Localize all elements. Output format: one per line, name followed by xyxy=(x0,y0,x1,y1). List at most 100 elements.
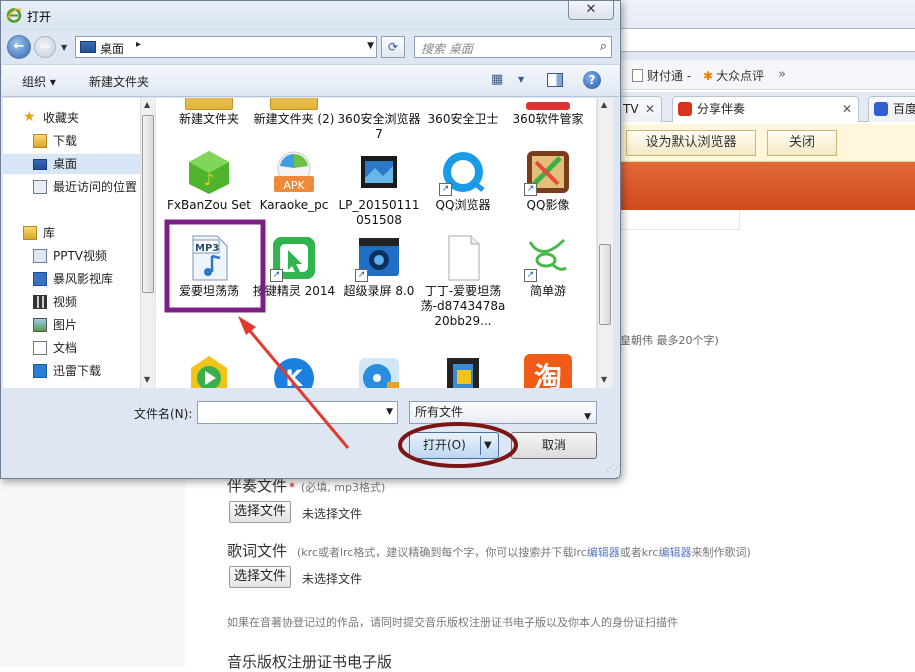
form-field-top[interactable] xyxy=(620,210,740,230)
search-input[interactable]: 搜索 桌面 ⌕ xyxy=(414,36,612,58)
file-item[interactable]: ♪ FxBanZou Setup xyxy=(166,148,252,217)
favorite-dianping[interactable]: ✱ 大众点评 xyxy=(703,67,764,84)
accompaniment-hint: (必填, mp3格式) xyxy=(301,481,386,494)
nav-item-xunlei[interactable]: 迅雷下载 xyxy=(3,361,140,381)
resize-grip-icon[interactable]: ⋰⋰ xyxy=(606,463,621,472)
tab-baidu[interactable]: 百度 xyxy=(868,96,915,122)
nav-item-pictures[interactable]: 图片 xyxy=(3,315,140,335)
address-bar[interactable]: 桌面 ▸ ▼ xyxy=(75,36,377,58)
file-item[interactable]: K xyxy=(251,354,337,388)
copyright-cert-label: 音乐版权注册证书电子版 xyxy=(227,653,393,671)
video-file-icon xyxy=(355,148,403,196)
file-list: 新建文件夹 新建文件夹 (2) 360安全浏览器7 360安全卫士 360软件管… xyxy=(156,98,596,388)
scroll-up-icon[interactable]: ▲ xyxy=(144,100,150,109)
xunlei-icon xyxy=(33,364,47,378)
nav-item-baofeng[interactable]: 暴风影视库 xyxy=(3,269,140,289)
qq-browser-icon: ↗ xyxy=(439,148,487,196)
address-dropdown-icon[interactable]: ▼ xyxy=(367,41,374,51)
filename-input[interactable]: ▼ xyxy=(197,401,398,424)
navigation-scroll-thumb[interactable] xyxy=(142,115,154,293)
file-item[interactable]: 淘 xyxy=(505,354,591,388)
navigation-scrollbar[interactable]: ▲ ▼ xyxy=(140,98,155,388)
favorites-more[interactable]: » xyxy=(778,67,786,82)
browser-address-bar[interactable] xyxy=(620,28,915,52)
lrc-editor-link[interactable]: 编辑器 xyxy=(587,546,620,559)
scroll-down-icon[interactable]: ▼ xyxy=(601,375,607,384)
help-icon[interactable]: ? xyxy=(583,71,601,89)
file-item-selected-mp3[interactable]: MP3 爱要坦荡荡 xyxy=(166,234,252,299)
address-location: 桌面 xyxy=(100,42,125,56)
set-default-browser-button[interactable]: 设为默认浏览器 xyxy=(626,130,756,156)
history-dropdown-icon[interactable]: ▼ xyxy=(61,43,67,52)
cancel-button[interactable]: 取消 xyxy=(511,432,597,459)
filename-label: 文件名(N): xyxy=(134,407,193,421)
lyrics-label-row: 歌词文件 (krc或者lrc格式，建议精确到每个字，你可以搜索并下载lrc编辑器或… xyxy=(227,540,751,561)
lyrics-choose-file-button[interactable]: 选择文件 xyxy=(229,566,292,588)
mp3-badge: MP3 xyxy=(195,243,220,254)
file-item[interactable]: 360软件管家 xyxy=(505,98,591,127)
nav-favorites-header[interactable]: ★ 收藏夹 xyxy=(3,108,140,128)
dialog-close-button[interactable]: ✕ xyxy=(568,1,614,20)
forward-button[interactable]: → xyxy=(34,36,56,58)
filename-dropdown-icon[interactable]: ▼ xyxy=(386,407,393,417)
close-notification-button[interactable]: 关闭 xyxy=(767,130,837,156)
file-item[interactable]: LP_20150111051508 xyxy=(336,148,422,228)
open-button[interactable]: 打开(O) ▼ xyxy=(409,432,499,459)
svg-text:K: K xyxy=(285,367,303,388)
view-dropdown-icon[interactable]: ▼ xyxy=(518,71,524,89)
file-item[interactable]: 新建文件夹 xyxy=(166,98,252,127)
nav-item-recent-places[interactable]: 最近访问的位置 xyxy=(3,177,140,197)
film-icon xyxy=(439,354,487,388)
scroll-up-icon[interactable]: ▲ xyxy=(601,100,607,109)
file-item[interactable]: ↗ 按键精灵 2014 xyxy=(251,234,337,299)
file-list-scrollbar[interactable]: ▲ ▼ xyxy=(597,98,613,388)
refresh-button[interactable]: ⟳ xyxy=(381,36,405,58)
krc-editor-link[interactable]: 编辑器 xyxy=(658,546,691,559)
tab-share-accompaniment[interactable]: 分享伴奏 ✕ xyxy=(672,96,859,122)
nav-item-desktop[interactable]: 桌面 xyxy=(3,154,140,174)
file-item[interactable]: ↗ QQ浏览器 xyxy=(420,148,506,213)
nav-item-downloads[interactable]: 下载 xyxy=(3,131,140,151)
open-dropdown-icon[interactable]: ▼ xyxy=(484,433,492,458)
organize-button[interactable]: 组织 ▾ xyxy=(22,73,56,90)
folder-icon xyxy=(185,98,233,110)
close-tab-icon[interactable]: ✕ xyxy=(842,97,852,121)
file-item[interactable] xyxy=(166,354,252,388)
screen-recorder-icon: ↗ xyxy=(355,234,403,282)
taobao-icon: 淘 xyxy=(524,354,572,388)
recent-places-icon xyxy=(33,180,47,194)
close-tab-icon[interactable]: ✕ xyxy=(645,97,655,121)
nav-library-header[interactable]: 库 xyxy=(3,223,140,243)
accompaniment-choose-file-button[interactable]: 选择文件 xyxy=(229,501,292,523)
new-folder-button[interactable]: 新建文件夹 xyxy=(89,73,149,90)
file-item[interactable]: 丁丁-爱要坦荡荡-d8743478a20bb29... xyxy=(420,234,506,329)
nav-item-pptv[interactable]: PPTV视频 xyxy=(3,246,140,266)
file-item[interactable]: 360安全卫士 xyxy=(420,98,506,127)
breadcrumb-chevron-icon[interactable]: ▸ xyxy=(136,39,141,50)
view-options-icon[interactable]: ▦ xyxy=(491,71,503,89)
file-item[interactable]: ↗ 简单游 xyxy=(505,234,591,299)
filetype-select[interactable]: 所有文件 ▼ xyxy=(409,401,597,424)
nav-item-videos[interactable]: 视频 xyxy=(3,292,140,312)
file-item[interactable]: ↗ QQ影像 xyxy=(505,148,591,213)
file-item[interactable] xyxy=(336,354,422,388)
folder-icon xyxy=(270,98,318,110)
file-item[interactable] xyxy=(420,354,506,388)
back-button[interactable]: ← xyxy=(7,35,31,59)
file-item[interactable]: 新建文件夹 (2) xyxy=(251,98,337,127)
software-360-icon xyxy=(524,98,572,110)
dialog-title-bar[interactable]: 打开 ✕ xyxy=(1,1,620,31)
page-icon xyxy=(632,69,643,82)
dialog-footer: 文件名(N): ▼ 所有文件 ▼ 打开(O) ▼ 取消 ⋰⋰ xyxy=(2,389,621,477)
nav-item-documents[interactable]: 文档 xyxy=(3,338,140,358)
library-icon xyxy=(23,226,37,240)
file-item[interactable]: 360安全浏览器7 xyxy=(336,98,422,142)
file-item[interactable]: ↗ 超级录屏 8.0 xyxy=(336,234,422,299)
guard-360-icon xyxy=(439,98,487,110)
favorite-caifutong[interactable]: 财付通 - xyxy=(632,67,691,84)
documents-icon xyxy=(33,341,47,355)
file-list-scroll-thumb[interactable] xyxy=(599,244,611,325)
file-item[interactable]: APK Karaoke_pc xyxy=(251,148,337,213)
scroll-down-icon[interactable]: ▼ xyxy=(144,375,150,384)
preview-pane-icon[interactable] xyxy=(547,73,563,87)
